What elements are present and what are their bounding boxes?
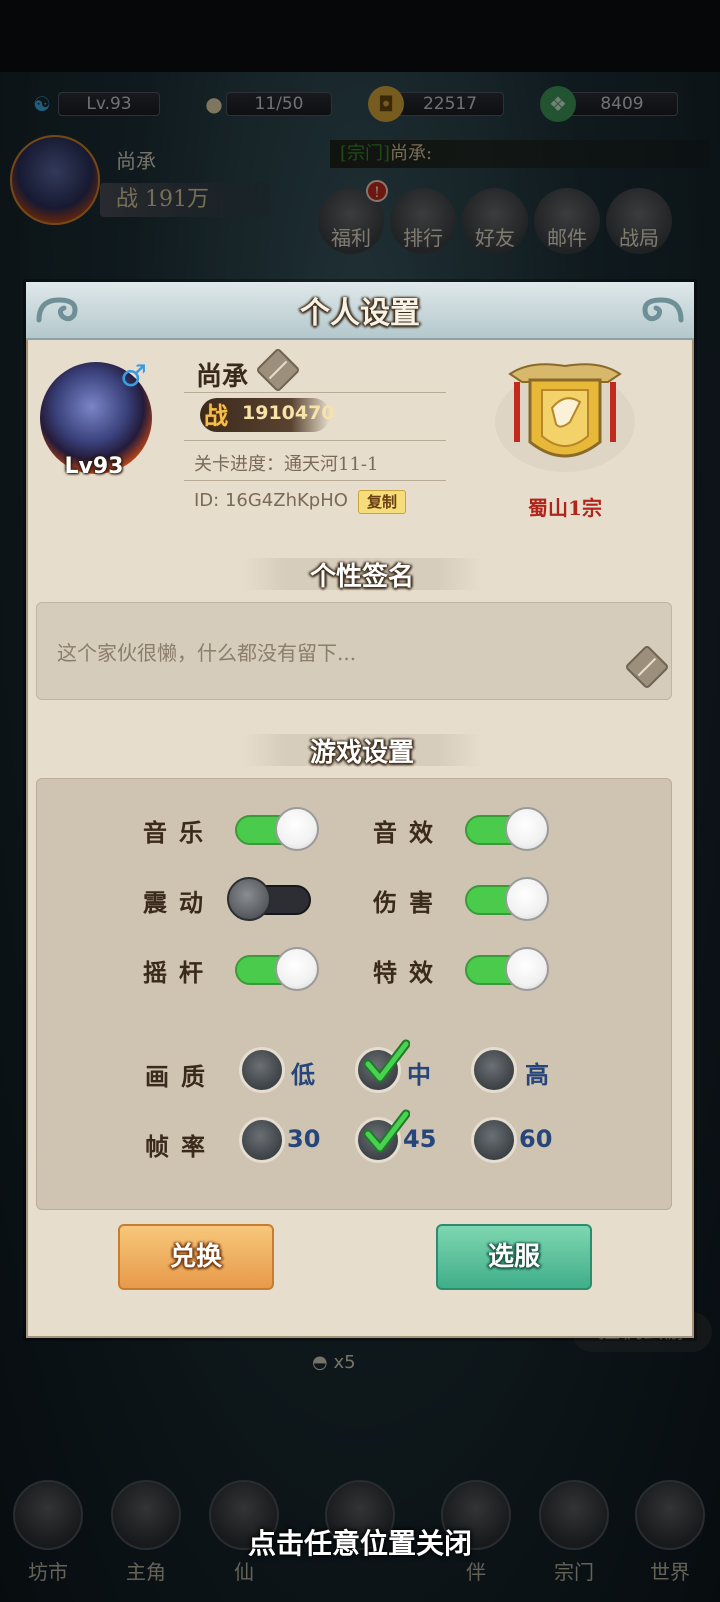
quality-high-label: 高 [525, 1060, 549, 1089]
signature-header-text: 个性签名 [309, 562, 414, 592]
framerate-45-label: 45 [403, 1125, 437, 1153]
close-hint: 点击任意位置关闭 [247, 1527, 472, 1560]
select-server-button[interactable]: 选服 [436, 1224, 592, 1290]
cloud-ornament-right [642, 297, 684, 323]
music-toggle[interactable] [235, 805, 319, 851]
exchange-button[interactable]: 兑换 [118, 1224, 274, 1290]
game-settings-header: 游戏设置 [222, 732, 502, 768]
vibration-label: 震动 [143, 888, 215, 917]
male-icon: ♂ [120, 359, 147, 394]
quality-low-radio[interactable] [239, 1047, 285, 1093]
power-char: 战 [204, 401, 228, 430]
divider [184, 480, 446, 481]
quality-high-radio[interactable] [471, 1047, 517, 1093]
copy-id-button[interactable]: 复制 [358, 490, 406, 514]
music-label: 音乐 [143, 818, 215, 847]
edit-signature-icon[interactable] [624, 644, 670, 690]
toggle-knob [505, 877, 549, 921]
checkmark-icon [363, 1039, 410, 1083]
sect-emblem-icon[interactable] [490, 352, 640, 482]
signature-text: 这个家伙很懒，什么都没有留下... [57, 641, 357, 665]
framerate-45-radio[interactable] [355, 1109, 410, 1163]
damage-toggle[interactable] [465, 875, 549, 921]
joystick-toggle[interactable] [235, 945, 319, 991]
personal-settings-dialog: 个人设置 ♂ Lv93 尚承 战 1910470 关卡进度：通天河11-1 ID… [26, 282, 694, 1338]
toggle-knob [505, 947, 549, 991]
player-name: 尚承 [196, 362, 249, 392]
game-settings-header-text: 游戏设置 [309, 738, 414, 768]
framerate-60-radio[interactable] [471, 1117, 517, 1163]
player-id: ID: 16G4ZhKpHO [194, 490, 348, 511]
stage-progress: 关卡进度：通天河11-1 [194, 454, 379, 475]
toggle-knob [275, 947, 319, 991]
special-effects-toggle[interactable] [465, 945, 549, 991]
divider [184, 392, 446, 393]
divider [184, 440, 446, 441]
settings-panel: 音乐 音效 震动 伤害 摇杆 特效 画质 低 中 高 帧率 30 45 60 [36, 778, 672, 1210]
framerate-60-label: 60 [519, 1125, 553, 1153]
power-value: 1910470 [242, 402, 335, 424]
dialog-header: 个人设置 [26, 282, 694, 340]
toggle-knob [275, 807, 319, 851]
quality-label: 画质 [145, 1062, 217, 1091]
sound-effects-label: 音效 [373, 818, 445, 847]
quality-low-label: 低 [291, 1060, 315, 1089]
signature-box[interactable]: 这个家伙很懒，什么都没有留下... [36, 602, 672, 700]
special-effects-label: 特效 [373, 958, 445, 987]
toggle-knob [505, 807, 549, 851]
dialog-title: 个人设置 [300, 296, 420, 331]
toggle-knob [227, 877, 271, 921]
signature-header: 个性签名 [222, 556, 502, 592]
quality-medium-radio[interactable] [355, 1039, 410, 1093]
edit-name-icon[interactable] [255, 347, 301, 393]
sound-effects-toggle[interactable] [465, 805, 549, 851]
framerate-30-radio[interactable] [239, 1117, 285, 1163]
damage-label: 伤害 [373, 888, 445, 917]
quality-medium-label: 中 [407, 1060, 431, 1089]
vibration-toggle[interactable] [227, 875, 311, 921]
sect-name: 蜀山1宗 [528, 496, 602, 520]
avatar-level: Lv93 [64, 454, 124, 479]
framerate-30-label: 30 [287, 1125, 321, 1153]
joystick-label: 摇杆 [143, 958, 215, 987]
framerate-label: 帧率 [145, 1132, 217, 1161]
